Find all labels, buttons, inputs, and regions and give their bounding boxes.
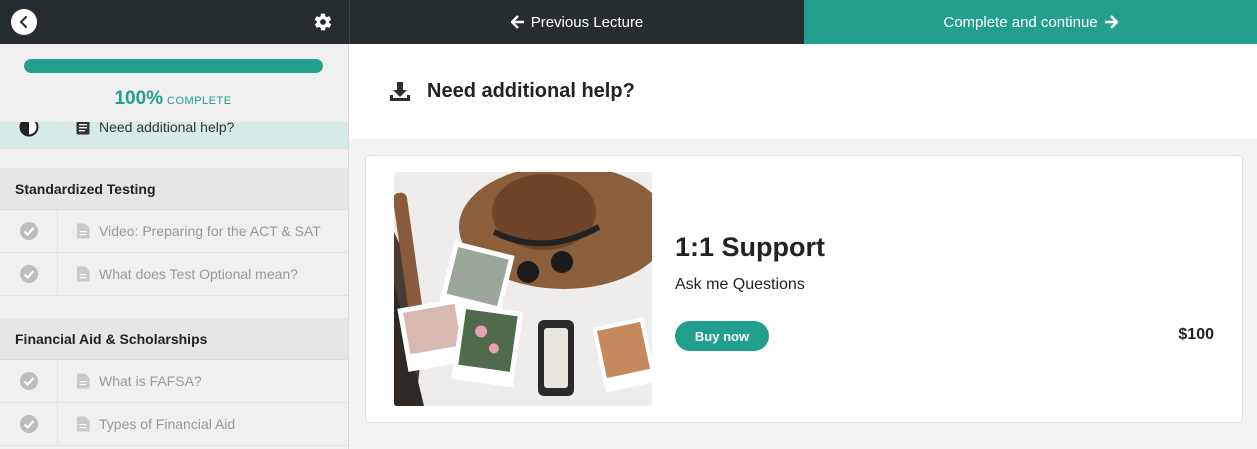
lesson-status [0,253,58,295]
arrow-right-icon [1104,15,1118,29]
lesson-status [0,210,58,252]
lesson-title: What does Test Optional mean? [99,266,298,282]
lesson-status [0,403,58,445]
section-header: Standardized Testing [0,168,348,210]
buy-now-button[interactable]: Buy now [675,321,769,351]
progress-panel: 100% COMPLETE [0,44,348,122]
document-icon [77,416,90,432]
check-circle-icon [19,265,38,283]
document-icon [77,223,90,239]
progress-text: 100% COMPLETE [0,88,346,110]
gear-icon[interactable] [313,12,333,32]
sidebar-lesson[interactable]: What is FAFSA? [0,360,348,403]
section-header: Financial Aid & Scholarships [0,318,348,360]
download-icon [390,81,410,101]
product-card: 1:1 Support Ask me Questions Buy now $10… [365,155,1243,423]
sidebar-lesson[interactable]: Video: Preparing for the ACT & SAT [0,210,348,253]
lecture-title: Need additional help? [427,80,635,102]
chevron-left-icon [20,16,27,28]
check-circle-icon [19,222,38,240]
lecture-header: Need additional help? [349,44,1257,139]
lesson-title: What is FAFSA? [99,373,202,389]
sidebar-lesson[interactable]: What does Test Optional mean? [0,253,348,296]
progress-percent: 100% [114,88,164,109]
product-price: $100 [1178,326,1214,343]
product-title: 1:1 Support [675,232,826,262]
previous-lecture-label: Previous Lecture [530,13,644,31]
document-icon [77,266,90,282]
check-circle-icon [19,372,38,390]
check-circle-icon [19,415,38,433]
previous-lecture-button[interactable]: Previous Lecture [349,0,804,44]
progress-fill [24,59,323,73]
arrow-left-icon [510,15,524,29]
document-icon [77,373,90,389]
complete-and-continue-button[interactable]: Complete and continue [804,0,1257,44]
progress-bar [24,59,323,73]
product-subtitle: Ask me Questions [675,276,805,293]
complete-and-continue-label: Complete and continue [943,13,1098,31]
progress-complete-label: COMPLETE [167,95,232,107]
product-image [394,172,652,406]
sidebar-lesson[interactable]: Types of Financial Aid [0,403,348,446]
lesson-status [0,360,58,402]
lecture-content: Need additional help? 1:1 Support Ask me… [349,44,1257,449]
lesson-title: Video: Preparing for the ACT & SAT [99,223,321,239]
back-button[interactable] [11,9,37,35]
course-sidebar[interactable]: Need additional help? 100% COMPLETE Stand… [0,44,349,449]
top-bar: Previous Lecture Complete and continue [0,0,1257,44]
top-bar-left [0,0,349,44]
lesson-title: Types of Financial Aid [99,416,236,432]
